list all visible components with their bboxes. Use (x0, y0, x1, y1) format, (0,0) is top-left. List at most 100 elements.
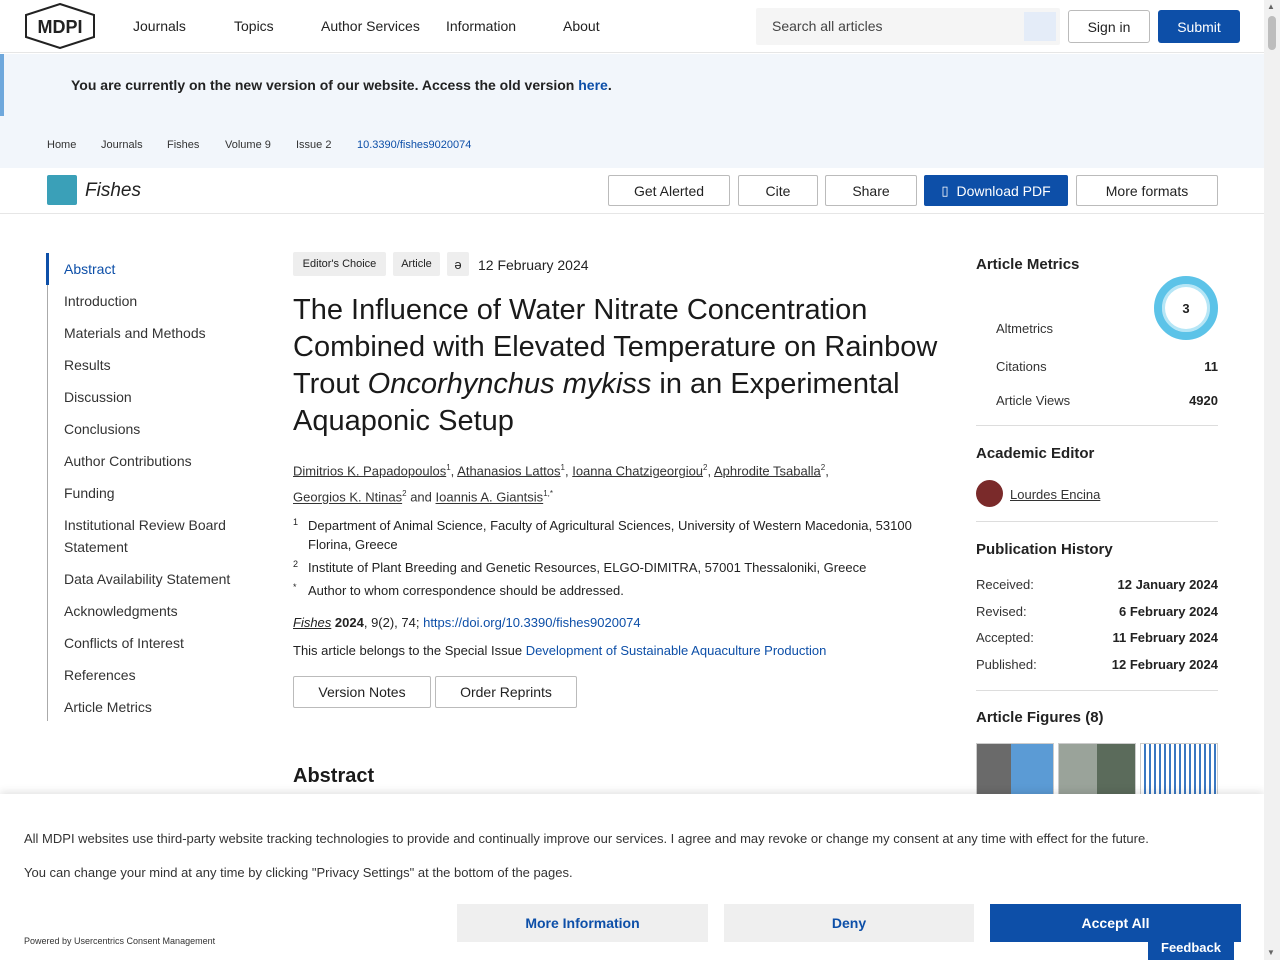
deny-button[interactable]: Deny (724, 904, 974, 942)
cite-year: 2024 (334, 615, 364, 630)
journal-logo-icon[interactable] (47, 175, 77, 205)
breadcrumb-volume[interactable]: Volume 9 (225, 139, 271, 151)
open-access-icon: ə (447, 252, 469, 276)
article-type-badge: Article (393, 252, 440, 276)
citation-line: Fishes 2024, 9(2), 74; https://doi.org/1… (293, 615, 641, 630)
article-title: The Influence of Water Nitrate Concentra… (293, 294, 938, 437)
consent-text-secondary: You can change your mind at any time by … (24, 865, 573, 880)
toc-active-indicator (46, 253, 49, 285)
author-link[interactable]: Aphrodite Tsaballa (714, 463, 821, 478)
history-published: Published: 12 February 2024 (976, 657, 1218, 672)
breadcrumb-journals[interactable]: Journals (101, 139, 143, 151)
table-of-contents: Abstract Introduction Materials and Meth… (46, 253, 247, 721)
affiliation: * Author to whom correspondence should b… (293, 582, 624, 598)
views-row[interactable]: Article Views 4920 (996, 393, 1218, 408)
breadcrumb: Home Journals Fishes Volume 9 Issue 2 10… (0, 116, 1264, 168)
toc-data-availability[interactable]: Data Availability Statement (64, 568, 244, 590)
nav-topics[interactable]: Topics (234, 18, 274, 34)
breadcrumb-fishes[interactable]: Fishes (167, 139, 199, 151)
abstract-heading: Abstract (293, 765, 375, 787)
toc-conclusions[interactable]: Conclusions (64, 418, 244, 440)
author-link[interactable]: Ioanna Chatzigeorgiou (572, 463, 703, 478)
share-button[interactable]: Share (825, 175, 917, 206)
scroll-down-icon[interactable]: ▼ (1267, 948, 1275, 957)
more-information-button[interactable]: More Information (457, 904, 708, 942)
editor-avatar (976, 480, 1003, 507)
doi-link[interactable]: https://doi.org/10.3390/fishes9020074 (423, 615, 641, 630)
search-input[interactable]: Search all articles (756, 8, 1060, 45)
editor-link[interactable]: Lourdes Encina (1010, 487, 1100, 502)
order-reprints-button[interactable]: Order Reprints (435, 676, 577, 708)
citations-row[interactable]: Citations 11 (996, 359, 1218, 374)
nav-author-services[interactable]: Author Services (321, 18, 420, 34)
toc-article-metrics[interactable]: Article Metrics (64, 696, 244, 718)
more-formats-button[interactable]: More formats (1076, 175, 1218, 206)
notice-text: You are currently on the new version of … (71, 77, 579, 93)
special-issue-link[interactable]: Development of Sustainable Aquaculture P… (526, 643, 827, 658)
search-placeholder: Search all articles (772, 18, 883, 34)
breadcrumb-doi[interactable]: 10.3390/fishes9020074 (357, 139, 471, 151)
toc-author-contributions[interactable]: Author Contributions (64, 450, 244, 472)
editors-choice-badge: Editor's Choice (293, 252, 386, 276)
cite-journal[interactable]: Fishes (293, 615, 331, 630)
version-notice: You are currently on the new version of … (0, 54, 1264, 116)
toc-funding[interactable]: Funding (64, 482, 244, 504)
toc-conflicts[interactable]: Conflicts of Interest (64, 632, 244, 654)
nav-information[interactable]: Information (446, 18, 516, 34)
author-link[interactable]: Athanasios Lattos (457, 463, 560, 478)
divider (976, 425, 1218, 426)
nav-journals[interactable]: Journals (133, 18, 186, 34)
scroll-up-icon[interactable]: ▲ (1267, 2, 1275, 11)
mdpi-logo[interactable]: MDPI (25, 3, 95, 49)
consent-powered-by: Powered by Usercentrics Consent Manageme… (24, 936, 216, 946)
author-link[interactable]: Dimitrios K. Papadopoulos (293, 463, 446, 478)
toc-introduction[interactable]: Introduction (64, 290, 244, 312)
history-received: Received: 12 January 2024 (976, 577, 1218, 592)
figure-thumbnail[interactable] (1058, 743, 1136, 795)
download-pdf-button[interactable]: ▯ Download PDF (924, 175, 1068, 206)
toc-irb-statement[interactable]: Institutional Review Board Statement (64, 514, 244, 558)
cite-button[interactable]: Cite (738, 175, 818, 206)
figure-thumbnail[interactable] (1140, 743, 1218, 795)
toc-abstract[interactable]: Abstract (64, 258, 244, 280)
old-version-link[interactable]: here (578, 77, 608, 93)
toc-discussion[interactable]: Discussion (64, 386, 244, 408)
scroll-thumb[interactable] (1268, 16, 1276, 50)
toc-acknowledgments[interactable]: Acknowledgments (64, 600, 244, 622)
affiliation: 1 Department of Animal Science, Faculty … (293, 517, 912, 552)
svg-text:MDPI: MDPI (38, 17, 83, 37)
version-notes-button[interactable]: Version Notes (293, 676, 431, 708)
top-navigation: MDPI Journals Topics Author Services Inf… (0, 0, 1264, 53)
publication-history-heading: Publication History (976, 541, 1113, 558)
consent-text: All MDPI websites use third-party websit… (24, 831, 1149, 846)
publication-date: 12 February 2024 (478, 257, 589, 273)
history-revised: Revised: 6 February 2024 (976, 604, 1218, 619)
journal-bar: Fishes Get Alerted Cite Share ▯ Download … (0, 168, 1264, 214)
views-count: 4920 (1189, 393, 1218, 408)
affiliation: 2 Institute of Plant Breeding and Geneti… (293, 559, 867, 575)
feedback-button[interactable]: Feedback (1148, 934, 1234, 960)
author-list: Dimitrios K. Papadopoulos1, Athanasios L… (293, 463, 829, 505)
academic-editor-heading: Academic Editor (976, 445, 1095, 462)
author-link[interactable]: Georgios K. Ntinas (293, 490, 402, 505)
get-alerted-button[interactable]: Get Alerted (608, 175, 730, 206)
submit-button[interactable]: Submit (1158, 10, 1240, 43)
journal-name[interactable]: Fishes (85, 180, 141, 202)
figure-thumbnail[interactable] (976, 743, 1054, 795)
pdf-icon: ▯ (941, 182, 949, 198)
history-accepted: Accepted: 11 February 2024 (976, 630, 1218, 645)
cookie-consent-banner: All MDPI websites use third-party websit… (0, 794, 1264, 960)
author-link[interactable]: Ioannis A. Giantsis (436, 490, 544, 505)
nav-about[interactable]: About (563, 18, 600, 34)
divider (976, 690, 1218, 691)
toc-results[interactable]: Results (64, 354, 244, 376)
sign-in-button[interactable]: Sign in (1068, 10, 1150, 43)
toc-materials-methods[interactable]: Materials and Methods (64, 322, 244, 344)
toc-references[interactable]: References (64, 664, 244, 686)
breadcrumb-home[interactable]: Home (47, 139, 76, 151)
search-button[interactable] (1024, 12, 1056, 41)
special-issue-line: This article belongs to the Special Issu… (293, 643, 827, 658)
page-scrollbar[interactable]: ▲ ▼ (1264, 0, 1280, 960)
breadcrumb-issue[interactable]: Issue 2 (296, 139, 331, 151)
article-metrics-heading: Article Metrics (976, 256, 1080, 273)
